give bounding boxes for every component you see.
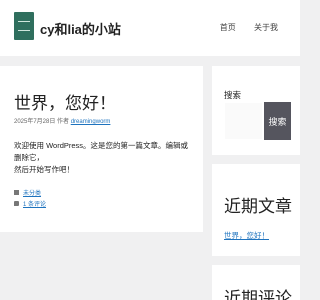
post-date[interactable]: 2025年7月28日	[14, 119, 55, 125]
nav-item-home[interactable]: 首页	[220, 23, 236, 32]
search-widget: 搜索 搜索	[212, 66, 300, 155]
post-footer: 未分类 1 条评论	[14, 187, 46, 209]
post-title[interactable]: 世界，您好！	[14, 89, 116, 114]
recent-comments-title: 近期评论	[224, 289, 292, 300]
post-content-line: 欢迎使用 WordPress。这是您的第一篇文章。编辑或删除它，	[14, 141, 189, 162]
site-title[interactable]: cy和lia的小站	[40, 19, 121, 38]
folder-icon	[14, 190, 19, 195]
recent-comments-widget: 近期评论	[212, 265, 300, 300]
post-content-line: 然后开始写作吧！	[14, 165, 74, 174]
recent-posts-title: 近期文章	[224, 197, 292, 216]
search-button[interactable]: 搜索	[264, 102, 291, 140]
site-header: cy和lia的小站 首页 关于我	[0, 0, 300, 56]
site-logo-icon[interactable]	[14, 12, 34, 40]
recent-post-link[interactable]: 世界，您好！	[224, 230, 269, 241]
post-meta: 2025年7月28日 作者 dreamingworm	[14, 116, 110, 125]
nav-item-about[interactable]: 关于我	[254, 23, 278, 32]
post-article: 世界，您好！ 2025年7月28日 作者 dreamingworm 欢迎使用 W…	[0, 66, 203, 232]
comment-icon	[14, 201, 19, 206]
recent-posts-widget: 近期文章 世界，您好！	[212, 164, 300, 256]
author-prefix: 作者	[57, 119, 70, 125]
main-nav: 首页 关于我	[204, 22, 278, 33]
author-link[interactable]: dreamingworm	[71, 119, 111, 125]
comments-link[interactable]: 1 条评论	[23, 199, 46, 208]
search-label: 搜索	[224, 90, 242, 100]
category-link[interactable]: 未分类	[23, 188, 41, 197]
search-input[interactable]	[224, 102, 263, 140]
post-content: 欢迎使用 WordPress。这是您的第一篇文章。编辑或删除它， 然后开始写作吧…	[14, 140, 194, 176]
